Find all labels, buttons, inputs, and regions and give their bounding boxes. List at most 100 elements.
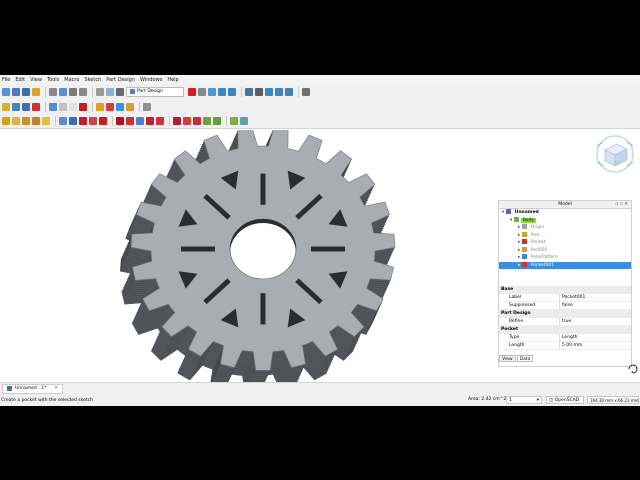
tree-item[interactable]: ▾ Body: [499, 216, 631, 225]
toolbar-tool-icon[interactable]: [240, 117, 248, 125]
property-editor[interactable]: Base Label Pocket001 Suppressed false Part De…: [499, 286, 631, 350]
toolbar-tool-icon[interactable]: [173, 117, 181, 125]
tree-item[interactable]: ▸ Pad001: [499, 246, 631, 255]
menu-view[interactable]: View: [30, 77, 42, 83]
toolbar-tool-icon[interactable]: [203, 117, 211, 125]
toolbar-tool-icon[interactable]: [22, 117, 30, 125]
toolbar-tool-icon[interactable]: [126, 102, 134, 111]
toolbar-tool-icon[interactable]: [12, 102, 20, 111]
model-tree[interactable]: ▾ Unnamed ▾ Body ▸ Origin ▸ Pad ▸ Pocket ▸ Pa…: [499, 209, 631, 269]
navigation-cube-icon[interactable]: [593, 132, 637, 176]
toolbar-tool-icon[interactable]: [22, 87, 30, 96]
toolbar-tool-icon[interactable]: [96, 102, 104, 111]
menu-part-design[interactable]: Part Design: [106, 77, 135, 83]
toolbar-tool-icon[interactable]: [32, 102, 40, 111]
tree-item[interactable]: ▸ Origin: [499, 224, 631, 232]
toolbar-tool-icon[interactable]: [89, 117, 97, 125]
property-group-header[interactable]: Pocket: [499, 326, 631, 334]
toolbar-tool-icon[interactable]: [106, 87, 114, 96]
property-row[interactable]: Length 5.00 mm: [499, 342, 631, 350]
menu-tools[interactable]: Tools: [47, 77, 59, 83]
toolbar-tool-icon[interactable]: [99, 117, 107, 125]
toolbar-tool-icon[interactable]: [12, 87, 20, 96]
toolbar-tool-icon[interactable]: [183, 117, 191, 125]
toolbar-tool-icon[interactable]: [42, 117, 50, 125]
toolbar-tool-icon[interactable]: [143, 102, 151, 111]
property-row[interactable]: Refine true: [499, 318, 631, 326]
property-value[interactable]: 5.00 mm: [559, 342, 631, 349]
property-value[interactable]: Length: [559, 334, 631, 341]
property-value[interactable]: true: [559, 318, 631, 325]
tree-item[interactable]: ▸ Pad: [499, 231, 631, 240]
navigation-style-button[interactable]: ◫ OpenSCAD: [546, 396, 584, 404]
property-row[interactable]: Suppressed false: [499, 302, 631, 310]
toolbar-tool-icon[interactable]: [208, 87, 216, 96]
toolbar-tool-icon[interactable]: [79, 117, 87, 125]
toolbar-tool-icon[interactable]: [275, 87, 283, 96]
toolbar-tool-icon[interactable]: [255, 87, 263, 96]
property-group-header[interactable]: Base: [499, 286, 631, 294]
toolbar-tool-icon[interactable]: [188, 87, 196, 96]
toolbar-tool-icon[interactable]: [79, 87, 87, 96]
toolbar-tool-icon[interactable]: [12, 117, 20, 125]
toolbar-tool-icon[interactable]: [136, 117, 144, 125]
toolbar-tool-icon[interactable]: [96, 87, 104, 96]
layer-selector[interactable]: 1 ▾: [506, 396, 542, 404]
toolbar-tool-icon[interactable]: [213, 117, 221, 125]
toolbar-tool-icon[interactable]: [193, 117, 201, 125]
toolbar-tool-icon[interactable]: [218, 87, 226, 96]
tree-item[interactable]: ▾ Unnamed: [499, 209, 631, 217]
toolbar-tool-icon[interactable]: [69, 117, 77, 125]
property-row[interactable]: Type Length: [499, 334, 631, 342]
toolbar-tool-icon[interactable]: [198, 87, 206, 96]
layer-value: 1: [509, 398, 512, 403]
toolbar-tool-icon[interactable]: [32, 117, 40, 125]
menu-sketch[interactable]: Sketch: [84, 77, 101, 83]
menu-windows[interactable]: Windows: [140, 77, 162, 83]
toolbar-tool-icon[interactable]: [116, 87, 124, 96]
document-tab[interactable]: Unnamed : 1* ✕: [2, 383, 64, 394]
close-icon[interactable]: ✕: [54, 384, 58, 393]
toolbar-tool-icon[interactable]: [69, 102, 77, 111]
tab-data[interactable]: Data: [516, 355, 534, 362]
tab-view[interactable]: View: [499, 355, 516, 362]
toolbar-tool-icon[interactable]: [59, 117, 67, 125]
toolbar-tool-icon[interactable]: [59, 102, 67, 111]
workbench-selector[interactable]: Part Design: [126, 86, 184, 97]
toolbar-tool-icon[interactable]: [2, 87, 10, 96]
toolbar-tool-icon[interactable]: [228, 87, 236, 96]
toolbar-tool-icon[interactable]: [79, 102, 87, 111]
property-value[interactable]: Pocket001: [559, 294, 631, 301]
toolbar-tool-icon[interactable]: [265, 87, 273, 96]
toolbar-tool-icon[interactable]: [2, 117, 10, 125]
menu-macro[interactable]: Macro: [64, 77, 79, 83]
toolbar-tool-icon[interactable]: [69, 87, 77, 96]
toolbar-tool-icon[interactable]: [230, 117, 238, 125]
menu-file[interactable]: File: [2, 77, 10, 83]
property-group-header[interactable]: Part Design: [499, 310, 631, 318]
tree-item[interactable]: ▸ Pocket: [499, 239, 631, 247]
toolbar-tool-icon[interactable]: [302, 87, 310, 96]
toolbar-tool-icon[interactable]: [49, 102, 57, 111]
property-name: Refine: [509, 319, 524, 324]
toolbar-tool-icon[interactable]: [32, 87, 40, 96]
tree-item[interactable]: ▸ PolarPattern: [499, 254, 631, 262]
toolbar-tool-icon[interactable]: [22, 102, 30, 111]
toolbar-tool-icon[interactable]: [116, 102, 124, 111]
toolbar-tool-icon[interactable]: [126, 117, 134, 125]
panel-window-buttons[interactable]: ▫ ▫ ✕: [615, 201, 628, 209]
property-row[interactable]: Label Pocket001: [499, 294, 631, 302]
property-value[interactable]: false: [559, 302, 631, 309]
toolbar-tool-icon[interactable]: [116, 117, 124, 125]
toolbar-tool-icon[interactable]: [146, 117, 154, 125]
toolbar-tool-icon[interactable]: [49, 87, 57, 96]
toolbar-tool-icon[interactable]: [59, 87, 67, 96]
toolbar-tool-icon[interactable]: [156, 117, 164, 125]
menu-help[interactable]: Help: [167, 77, 178, 83]
toolbar-tool-icon[interactable]: [245, 87, 253, 96]
menu-edit[interactable]: Edit: [15, 77, 25, 83]
toolbar-tool-icon[interactable]: [106, 102, 114, 111]
tree-item[interactable]: ▸ Pocket001: [499, 261, 631, 269]
toolbar-tool-icon[interactable]: [2, 102, 10, 111]
toolbar-tool-icon[interactable]: [285, 87, 293, 96]
